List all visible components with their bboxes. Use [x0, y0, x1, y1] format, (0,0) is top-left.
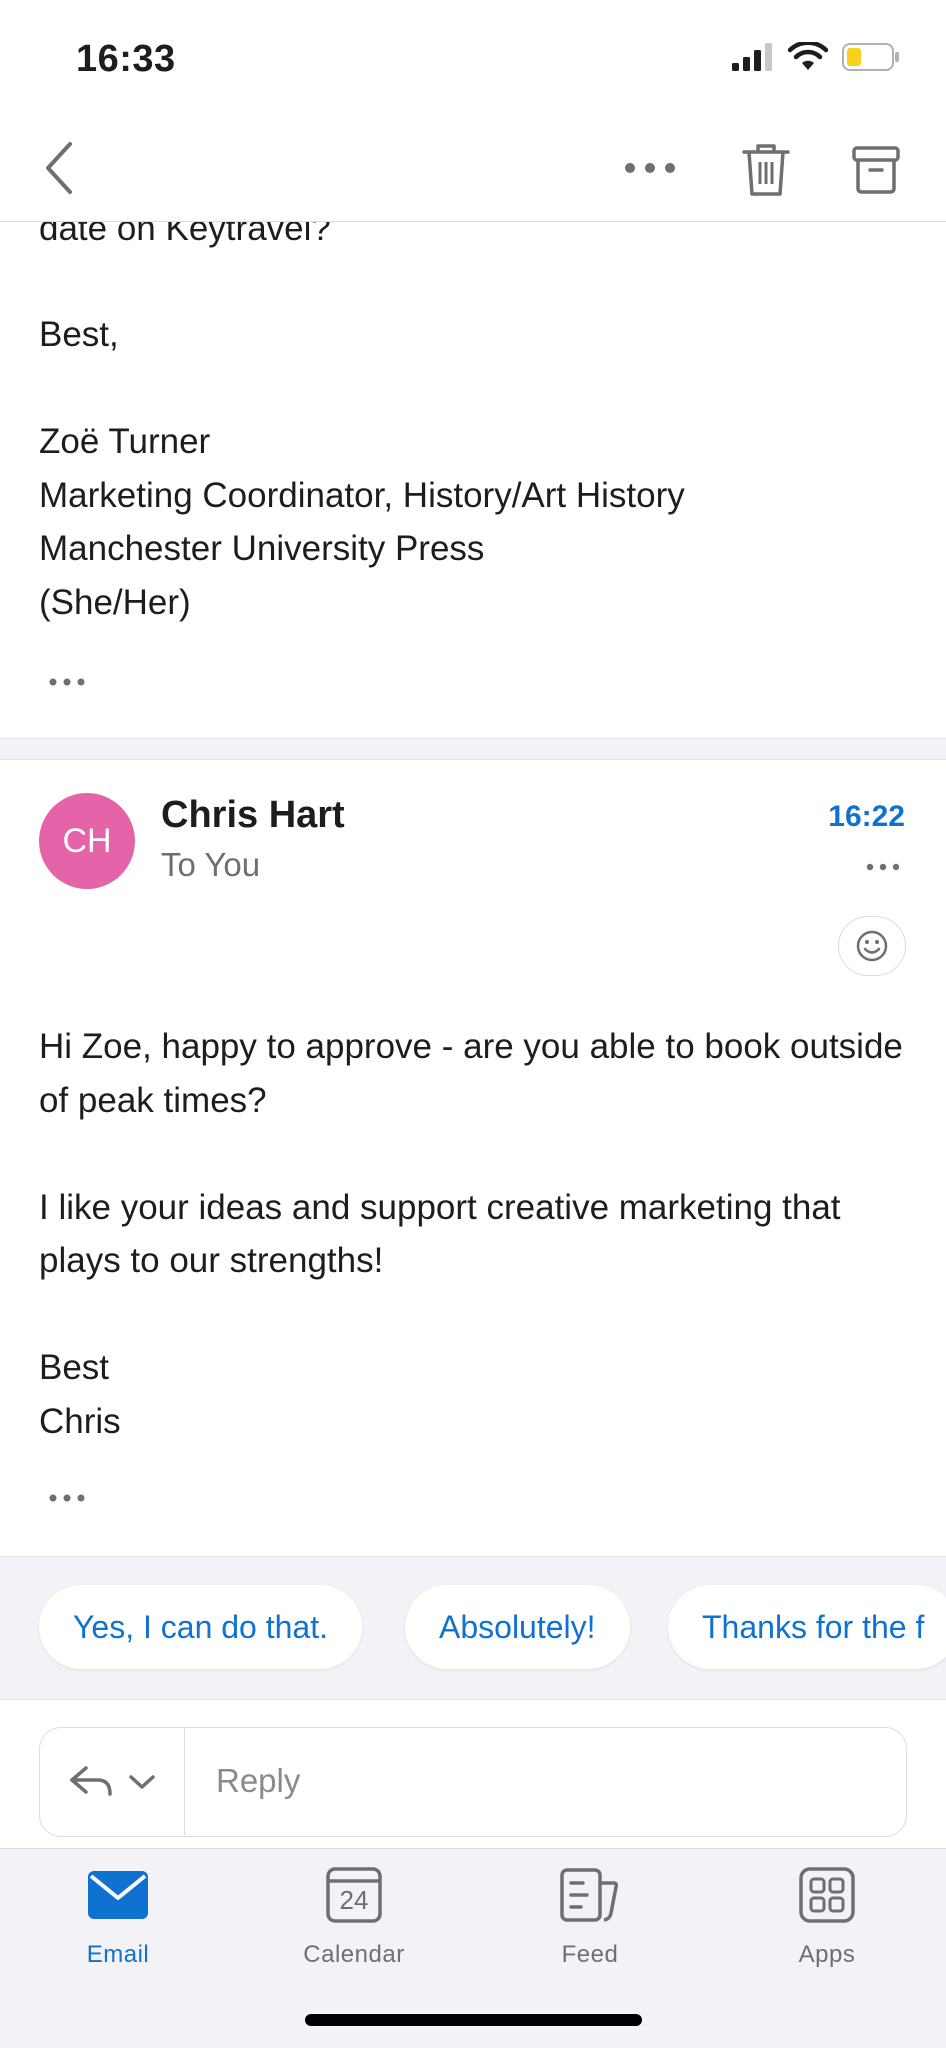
avatar[interactable]: CH	[39, 793, 135, 889]
suggested-reply-chip[interactable]: Yes, I can do that.	[39, 1585, 362, 1669]
show-quoted-text-button[interactable]	[47, 1490, 91, 1506]
status-icons	[732, 42, 900, 72]
reply-arrow-icon	[70, 1765, 112, 1796]
more-horizontal-icon	[625, 163, 675, 173]
message-toolbar	[0, 110, 946, 222]
message-time: 16:22	[828, 800, 905, 833]
body-paragraph: Hi Zoe, happy to approve - are you able …	[39, 1027, 903, 1120]
more-options-button[interactable]	[620, 148, 680, 188]
body-line: (She/Her)	[39, 582, 191, 622]
body-line: Marketing Coordinator, History/Art Histo…	[39, 475, 685, 515]
body-line	[39, 362, 685, 416]
message-card: CH Chris Hart To You 16:22 Hi Zoe, happy…	[0, 760, 946, 1556]
tab-label: Apps	[798, 1941, 856, 1968]
message-separator	[0, 738, 946, 760]
mail-icon	[88, 1871, 148, 1919]
body-paragraph	[39, 1127, 919, 1181]
archive-icon	[852, 146, 900, 194]
archive-button[interactable]	[848, 140, 904, 200]
suggested-replies: Yes, I can do that. Absolutely! Thanks f…	[0, 1556, 946, 1700]
tab-calendar[interactable]: 24 Calendar	[264, 1863, 444, 1983]
wifi-icon	[788, 42, 828, 70]
sender-name[interactable]: Chris Hart	[161, 794, 345, 837]
body-paragraph	[39, 1288, 919, 1342]
more-horizontal-icon	[49, 678, 85, 686]
body-line: Zoë Turner	[39, 422, 211, 461]
more-horizontal-icon	[866, 863, 900, 871]
message-body: Hi Zoe, happy to approve - are you able …	[39, 1020, 919, 1448]
tab-apps[interactable]: Apps	[737, 1863, 917, 1983]
body-paragraph: Best	[39, 1348, 110, 1387]
tab-label: Email	[86, 1941, 150, 1968]
tab-email[interactable]: Email	[28, 1863, 208, 1983]
delete-button[interactable]	[738, 140, 794, 200]
message-more-button[interactable]	[865, 860, 901, 872]
previous-message: date on Keytravel? Best, Zoë Turner Mark…	[0, 190, 946, 738]
chevron-down-icon	[129, 1774, 155, 1789]
status-time: 16:33	[76, 38, 176, 80]
recipient-line[interactable]: To You	[161, 846, 260, 884]
back-button[interactable]	[40, 140, 80, 196]
more-horizontal-icon	[49, 1494, 85, 1502]
suggested-reply-chip[interactable]: Absolutely!	[405, 1585, 630, 1669]
body-line: Best,	[39, 315, 119, 354]
home-indicator[interactable]	[305, 2014, 642, 2026]
avatar-initials: CH	[62, 821, 112, 860]
previous-message-body: Best, Zoë Turner Marketing Coordinator, …	[39, 308, 685, 629]
reaction-button[interactable]	[838, 916, 906, 976]
feed-icon	[560, 1868, 618, 1922]
status-bar: 16:33	[0, 0, 946, 110]
tab-label: Feed	[561, 1941, 619, 1968]
tab-label: Calendar	[303, 1941, 405, 1968]
body-line: Manchester University Press	[39, 529, 485, 568]
body-paragraph: Chris	[39, 1401, 121, 1441]
suggested-reply-chip[interactable]: Thanks for the f	[668, 1585, 946, 1669]
reply-input[interactable]: Reply	[216, 1762, 300, 1800]
body-paragraph: I like your ideas and support creative m…	[39, 1187, 841, 1281]
apps-icon	[799, 1867, 855, 1923]
back-chevron-icon	[46, 142, 72, 194]
calendar-day-number: 24	[339, 1885, 369, 1915]
tab-feed[interactable]: Feed	[500, 1863, 680, 1983]
smiley-icon	[856, 930, 888, 962]
battery-icon	[842, 43, 899, 71]
reply-box: Reply	[39, 1727, 907, 1837]
reply-mode-button[interactable]	[40, 1728, 185, 1835]
show-quoted-text-button[interactable]	[47, 674, 91, 690]
reply-bar: Reply	[0, 1700, 946, 1848]
trash-icon	[742, 144, 790, 196]
signal-icon	[732, 43, 772, 71]
